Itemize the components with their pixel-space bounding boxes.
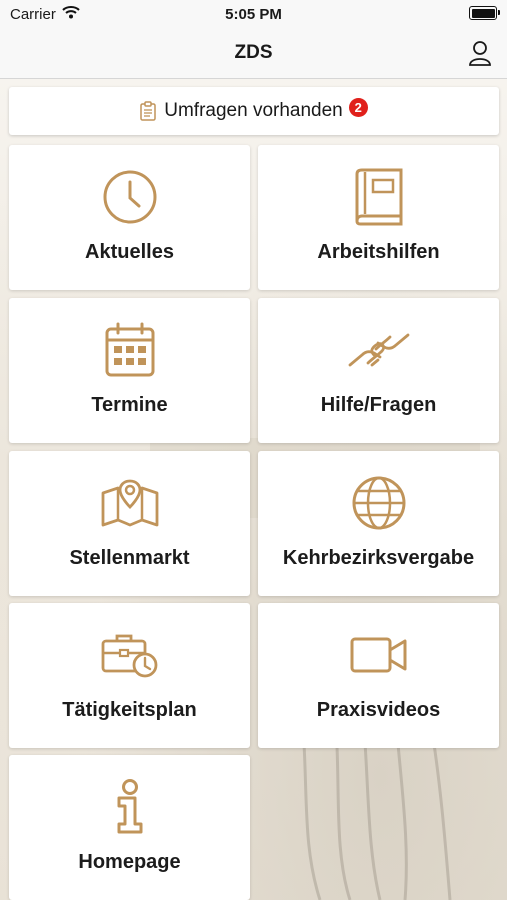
survey-banner[interactable]: Umfragen vorhanden 2 xyxy=(9,87,499,135)
tile-homepage[interactable]: Homepage xyxy=(9,755,250,900)
map-pin-icon xyxy=(101,479,158,527)
tile-praxisvideos[interactable]: Praxisvideos xyxy=(258,603,499,748)
tile-label: Termine xyxy=(91,394,168,416)
tile-aktuelles[interactable]: Aktuelles xyxy=(9,145,250,290)
handshake-icon xyxy=(348,333,409,367)
tile-label: Homepage xyxy=(78,851,181,873)
person-icon xyxy=(469,41,491,66)
book-icon xyxy=(355,168,402,226)
tile-label: Kehrbezirksvergabe xyxy=(282,547,475,569)
tile-termine[interactable]: Termine xyxy=(9,298,250,443)
tile-label: Arbeitshilfen xyxy=(317,241,440,263)
briefcase-clock-icon xyxy=(101,634,157,678)
tile-label: Hilfe/Fragen xyxy=(320,394,437,416)
clock-icon xyxy=(103,170,156,224)
tile-kehrbezirksvergabe[interactable]: Kehrbezirksvergabe xyxy=(258,451,499,596)
calendar-icon xyxy=(105,322,154,377)
tile-arbeitshilfen[interactable]: Arbeitshilfen xyxy=(258,145,499,290)
survey-label: Umfragen vorhanden xyxy=(164,100,343,121)
tile-taetigkeitsplan[interactable]: Tätigkeitsplan xyxy=(9,603,250,748)
info-icon xyxy=(117,779,142,834)
profile-button[interactable] xyxy=(463,36,497,70)
tile-label: Stellenmarkt xyxy=(69,547,190,569)
battery-icon xyxy=(469,6,500,20)
tile-stellenmarkt[interactable]: Stellenmarkt xyxy=(9,451,250,596)
survey-count-badge: 2 xyxy=(348,97,368,117)
tile-label: Praxisvideos xyxy=(316,699,441,721)
tile-label: Aktuelles xyxy=(85,241,174,263)
video-camera-icon xyxy=(350,637,406,673)
navigation-bar: ZDS xyxy=(0,30,507,79)
tile-hilfe-fragen[interactable]: Hilfe/Fragen xyxy=(258,298,499,443)
tile-label: Tätigkeitsplan xyxy=(62,699,197,721)
page-title: ZDS xyxy=(234,42,273,63)
globe-icon xyxy=(352,476,405,530)
status-bar: Carrier 5:05 PM xyxy=(0,0,507,30)
clock-time: 5:05 PM xyxy=(225,6,282,23)
clipboard-icon xyxy=(140,101,156,121)
